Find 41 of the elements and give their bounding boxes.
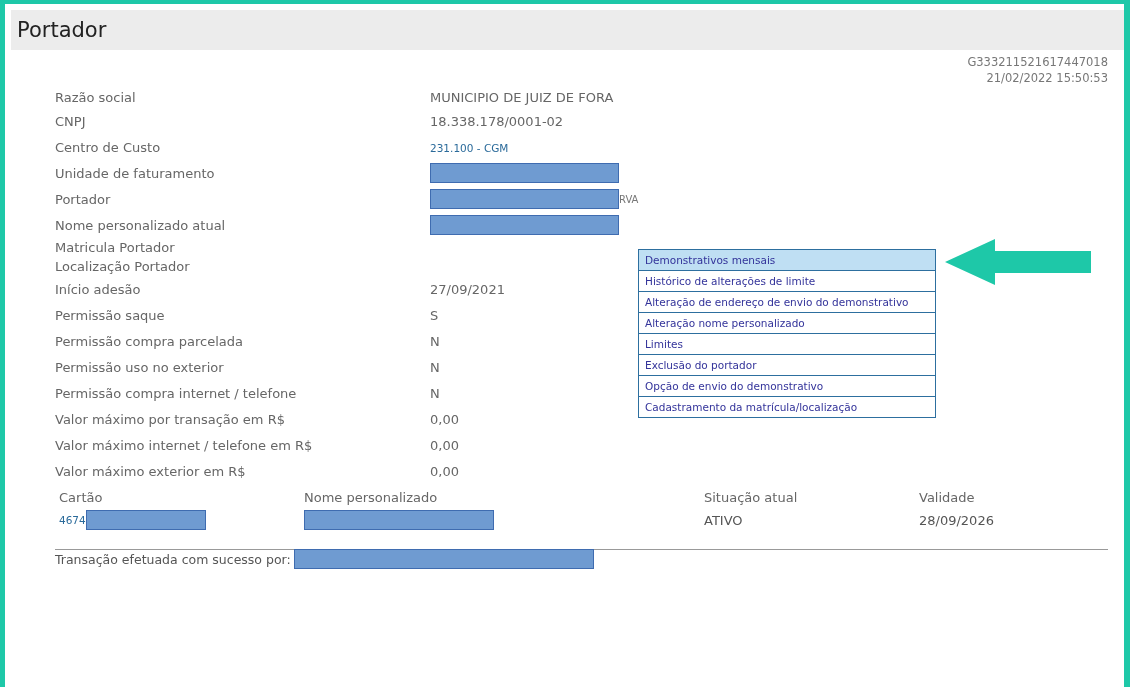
field-label: Centro de Custo	[55, 139, 162, 155]
field-label: Valor máximo exterior em R$	[55, 463, 247, 479]
field-label: Início adesão	[55, 281, 142, 297]
column-header: Validade	[919, 490, 976, 505]
field-value: N	[430, 359, 440, 375]
field-value: MUNICIPIO DE JUIZ DE FORA	[430, 89, 614, 105]
field-label: Permissão compra parcelada	[55, 333, 245, 349]
field-value: 27/09/2021	[430, 281, 505, 297]
field-value: 0,00	[430, 463, 459, 479]
field-label: Valor máximo internet / telefone em R$	[55, 437, 314, 453]
field-value: 0,00	[430, 411, 459, 427]
arrow-icon	[945, 237, 1091, 287]
field-value: N	[430, 333, 440, 349]
field-label: Unidade de faturamento	[55, 165, 216, 181]
field-label: Valor máximo por transação em R$	[55, 411, 286, 427]
field-label: Matricula Portador	[55, 240, 176, 255]
field-label: Localização Portador	[55, 259, 191, 274]
footer-text: Transação efetuada com sucesso por:	[55, 551, 291, 567]
field-label: Permissão compra internet / telefone	[55, 385, 298, 401]
column-header: Cartão	[59, 490, 104, 505]
field-value: N	[430, 385, 440, 401]
field-label: Permissão saque	[55, 307, 166, 323]
menu-item[interactable]: Demonstrativos mensais	[639, 250, 935, 270]
field-label: Permissão uso no exterior	[55, 359, 225, 375]
timestamp: 21/02/2022 15:50:53	[986, 70, 1108, 86]
column-header: Nome personalizado	[304, 490, 439, 505]
column-header: Situação atual	[704, 490, 799, 505]
field-value: 0,00	[430, 437, 459, 453]
field-value: S	[430, 307, 439, 323]
field-value: RVA	[619, 193, 639, 205]
field-label: Nome personalizado atual	[55, 217, 227, 233]
protocol-number: G333211521617447018	[967, 54, 1108, 70]
field-link[interactable]: 231.100 - CGM	[430, 141, 509, 154]
field-label: CNPJ	[55, 113, 87, 129]
page-title: Portador	[17, 18, 107, 42]
field-value: 18.338.178/0001-02	[430, 113, 564, 129]
validity-value: 28/09/2026	[919, 512, 995, 528]
status-value: ATIVO	[704, 512, 744, 528]
card-number-link[interactable]: 4674	[59, 514, 86, 526]
field-label: Portador	[55, 191, 112, 207]
field-label: Razão social	[55, 89, 137, 105]
